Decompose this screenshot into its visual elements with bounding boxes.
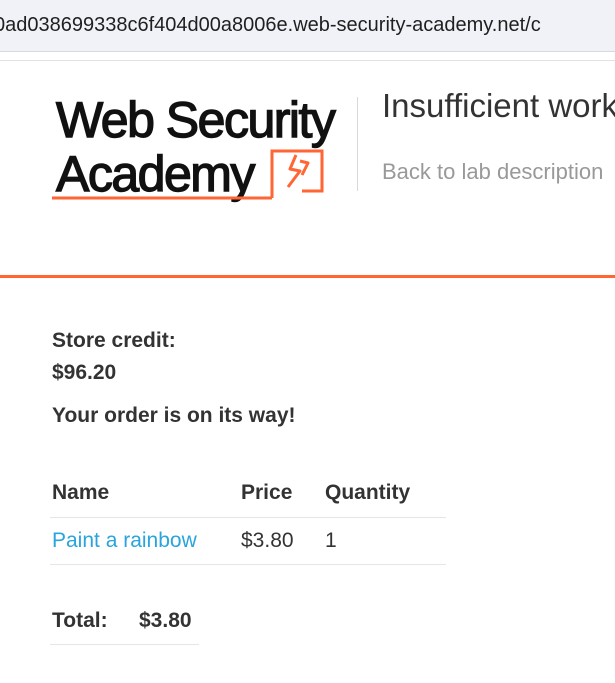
url-text[interactable]: 0ad038699338c6f404d00a8006e.web-security… [0, 14, 541, 37]
back-to-lab-link[interactable]: Back to lab description [382, 159, 603, 185]
svg-text:Web Security: Web Security [56, 92, 336, 148]
product-link[interactable]: Paint a rainbow [52, 529, 197, 552]
order-confirmation: Store credit: $96.20 Your order is on it… [52, 325, 572, 431]
order-total-table: Total: $3.80 [50, 598, 199, 645]
order-items-table: Name Price Quantity Paint a rainbow $3.8… [50, 470, 446, 565]
lab-title: Insufficient workflow validation [382, 87, 615, 124]
web-security-academy-logo[interactable]: Web Security Academy [50, 91, 355, 203]
academy-logo-icon: Web Security Academy [52, 91, 338, 203]
order-status-message: Your order is on its way! [52, 404, 296, 427]
product-quantity-cell: 1 [323, 517, 446, 565]
column-header-quantity: Quantity [323, 470, 446, 518]
header-accent-rule [0, 275, 615, 278]
product-name-cell: Paint a rainbow [50, 517, 239, 565]
product-price-cell: $3.80 [239, 517, 323, 565]
store-credit-value: $96.20 [52, 361, 117, 384]
total-value: $3.80 [137, 598, 199, 645]
store-credit-label: Store credit: [52, 329, 176, 352]
address-bar[interactable]: 0ad038699338c6f404d00a8006e.web-security… [0, 0, 615, 52]
header-divider [357, 97, 358, 191]
total-label: Total: [50, 598, 137, 645]
column-header-name: Name [50, 470, 239, 518]
page-header: Web Security Academy Insufficient workfl… [0, 60, 615, 278]
column-header-price: Price [239, 470, 323, 518]
table-row: Paint a rainbow $3.80 1 [50, 517, 446, 565]
svg-text:Academy: Academy [56, 146, 255, 202]
table-header-row: Name Price Quantity [50, 470, 446, 518]
total-row: Total: $3.80 [50, 598, 199, 645]
